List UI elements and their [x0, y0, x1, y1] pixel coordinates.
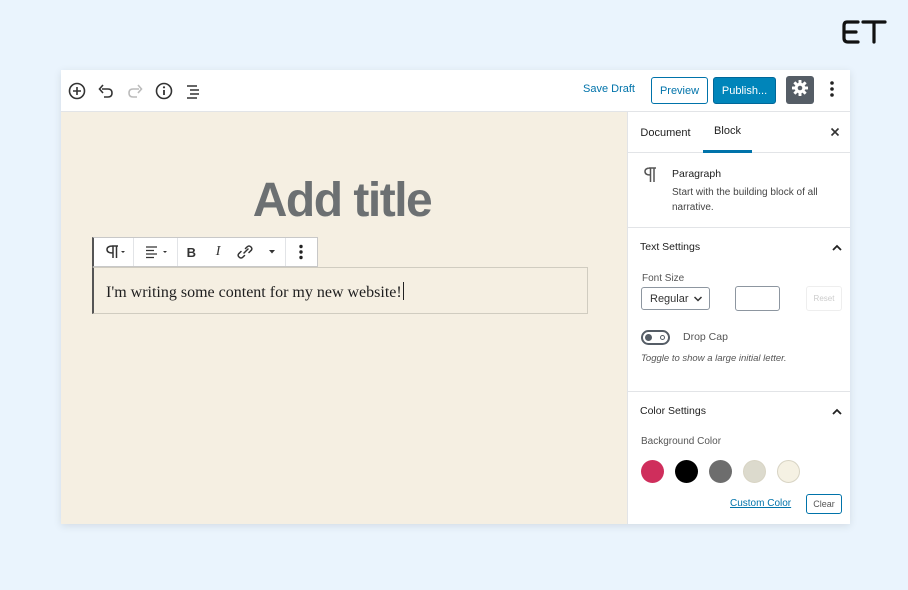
block-title: Paragraph — [672, 168, 722, 180]
text-settings-panel: Text Settings Font Size Regular Reset Dr… — [628, 228, 850, 392]
preview-button[interactable]: Preview — [651, 77, 708, 104]
undo-icon[interactable] — [95, 80, 117, 102]
close-icon[interactable] — [828, 125, 842, 139]
link-icon[interactable] — [232, 238, 259, 266]
paragraph-block[interactable]: I'm writing some content for my new webs… — [92, 267, 588, 314]
align-button[interactable] — [134, 238, 178, 266]
color-swatch[interactable] — [641, 460, 664, 483]
italic-button[interactable]: I — [205, 238, 232, 266]
tab-block[interactable]: Block — [703, 112, 752, 153]
custom-font-size-input[interactable] — [735, 286, 780, 311]
paragraph-icon — [94, 238, 133, 266]
clear-button[interactable]: Clear — [806, 494, 842, 514]
more-options-icon[interactable] — [286, 238, 316, 266]
paragraph-content: I'm writing some content for my new webs… — [106, 284, 402, 301]
tab-document[interactable]: Document — [628, 112, 703, 153]
publish-button[interactable]: Publish... — [713, 77, 776, 104]
format-group: B I — [178, 238, 286, 266]
text-settings-heading[interactable]: Text Settings — [640, 241, 700, 253]
custom-color-link[interactable]: Custom Color — [730, 498, 791, 509]
editor-window: Save Draft Preview Publish... Add title … — [61, 70, 850, 524]
more-options-button[interactable] — [822, 80, 842, 102]
more-rich-text-icon[interactable] — [258, 238, 285, 266]
background-color-label: Background Color — [641, 436, 722, 447]
font-size-select[interactable]: Regular — [641, 287, 710, 310]
color-swatch[interactable] — [743, 460, 766, 483]
bold-button[interactable]: B — [178, 238, 205, 266]
toggle-knob — [645, 334, 652, 341]
settings-button[interactable] — [786, 76, 814, 104]
font-size-value: Regular — [650, 292, 689, 305]
color-swatch[interactable] — [777, 460, 800, 483]
align-icon — [134, 238, 177, 266]
color-settings-panel: Color Settings Background Color Custom C… — [628, 392, 850, 524]
top-toolbar: Save Draft Preview Publish... — [61, 70, 850, 112]
save-draft-link[interactable]: Save Draft — [583, 83, 635, 95]
toggle-off-indicator — [660, 335, 665, 340]
editor-canvas: Add title B I I'm writing some content f… — [61, 112, 627, 524]
chevron-up-icon[interactable] — [831, 241, 843, 253]
reset-button[interactable]: Reset — [806, 286, 842, 311]
block-description: Start with the building block of all nar… — [672, 187, 818, 213]
block-toolbar: B I — [92, 237, 318, 267]
more-vertical-icon — [829, 80, 835, 103]
drop-cap-label: Drop Cap — [683, 331, 728, 343]
redo-icon[interactable] — [124, 80, 146, 102]
info-icon[interactable] — [153, 80, 175, 102]
add-block-icon[interactable] — [66, 80, 88, 102]
drop-cap-help: Toggle to show a large initial letter. — [641, 353, 787, 364]
color-swatch[interactable] — [709, 460, 732, 483]
post-title-input[interactable]: Add title — [61, 173, 623, 228]
block-card: Paragraph Start with the building block … — [628, 153, 850, 228]
et-logo — [842, 18, 888, 46]
color-swatch[interactable] — [675, 460, 698, 483]
block-navigation-icon[interactable] — [182, 80, 204, 102]
paragraph-icon — [644, 167, 658, 188]
paragraph-text[interactable]: I'm writing some content for my new webs… — [106, 282, 404, 302]
color-settings-heading[interactable]: Color Settings — [640, 405, 706, 417]
drop-cap-toggle[interactable] — [641, 330, 670, 345]
chevron-down-icon — [693, 294, 703, 304]
sidebar-tabs: Document Block — [628, 112, 850, 153]
settings-sidebar: Document Block Paragraph Start with the … — [627, 112, 850, 524]
gear-icon — [791, 79, 809, 102]
block-switcher[interactable] — [94, 238, 134, 266]
chevron-up-icon[interactable] — [831, 405, 843, 417]
text-caret — [402, 282, 404, 300]
font-size-label: Font Size — [642, 273, 685, 284]
